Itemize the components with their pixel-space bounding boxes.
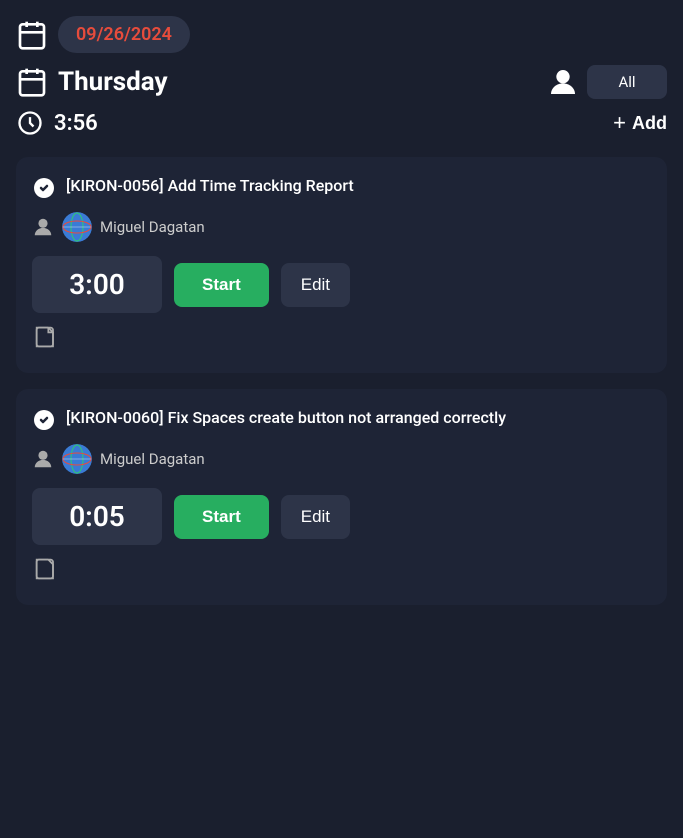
task-title-2: [KIRON-0060] Fix Spaces create button no… [66, 407, 506, 429]
assignee-name-2: Miguel Dagatan [100, 450, 205, 468]
date-pill[interactable]: 09/26/2024 [58, 16, 190, 53]
day-row: Thursday All [16, 65, 667, 99]
avatar-1 [62, 212, 92, 242]
filter-all[interactable]: All [587, 65, 667, 99]
add-plus-icon: + [613, 110, 626, 136]
start-button-2[interactable]: Start [174, 495, 269, 539]
assignee-name-1: Miguel Dagatan [100, 218, 205, 236]
assignee-row-2: Miguel Dagatan [32, 444, 651, 474]
assignee-row-1: Miguel Dagatan [32, 212, 651, 242]
task-title-1: [KIRON-0056] Add Time Tracking Report [66, 175, 354, 197]
avatar-2 [62, 444, 92, 474]
timer-controls-2: 0:05 Start Edit [32, 488, 651, 545]
check-circle-icon-1 [32, 176, 56, 200]
calendar-small-icon [16, 66, 48, 98]
note-icon-2 [32, 555, 60, 583]
task-card-1: [KIRON-0056] Add Time Tracking Report Mi… [16, 157, 667, 373]
timer-display-2: 0:05 [32, 488, 162, 545]
clock-icon [16, 109, 44, 137]
day-label: Thursday [58, 67, 547, 97]
add-button[interactable]: + Add [613, 110, 667, 136]
edit-button-2[interactable]: Edit [281, 495, 350, 539]
start-button-1[interactable]: Start [174, 263, 269, 307]
current-time: 3:56 [54, 111, 613, 136]
assignee-icon-2 [32, 448, 54, 470]
user-filter-icon [547, 66, 579, 98]
edit-button-1[interactable]: Edit [281, 263, 350, 307]
calendar-icon [16, 19, 48, 51]
task-list: [KIRON-0056] Add Time Tracking Report Mi… [16, 157, 667, 605]
add-label: Add [632, 113, 667, 134]
timer-controls-1: 3:00 Start Edit [32, 256, 651, 313]
timer-display-1: 3:00 [32, 256, 162, 313]
date-row: 09/26/2024 [16, 16, 667, 53]
assignee-icon-1 [32, 216, 54, 238]
task-card-2: [KIRON-0060] Fix Spaces create button no… [16, 389, 667, 605]
check-circle-icon-2 [32, 408, 56, 432]
user-filter[interactable]: All [547, 65, 667, 99]
note-icon-1 [32, 323, 60, 351]
time-row: 3:56 + Add [16, 109, 667, 137]
task-title-row-2: [KIRON-0060] Fix Spaces create button no… [32, 407, 651, 432]
task-title-row-1: [KIRON-0056] Add Time Tracking Report [32, 175, 651, 200]
